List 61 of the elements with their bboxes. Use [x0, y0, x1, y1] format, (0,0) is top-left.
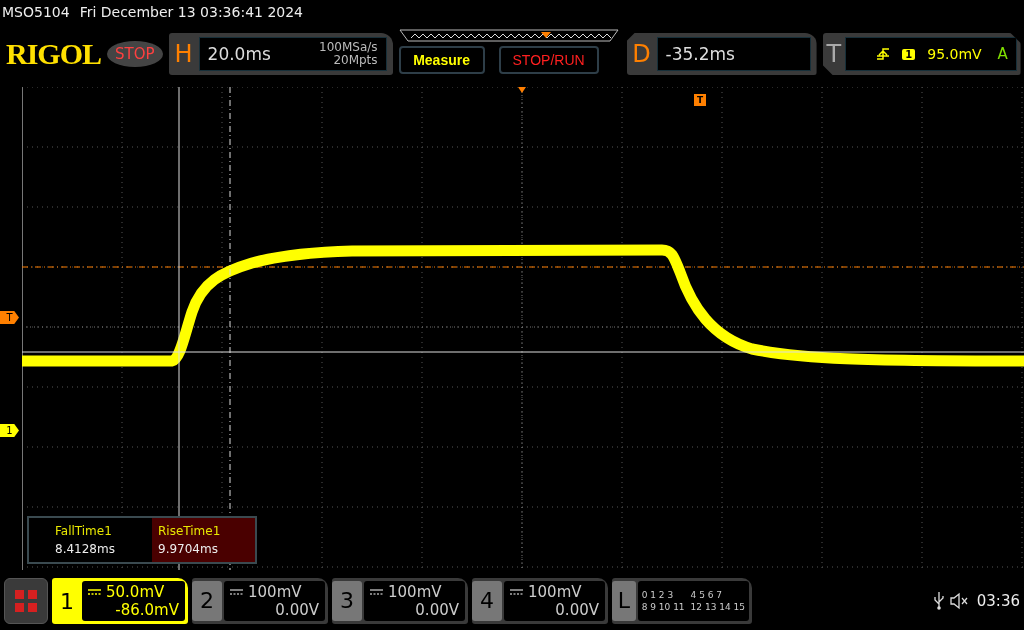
measurement-name: RiseTime1	[158, 524, 222, 538]
trigger-level: 95.0mV	[927, 46, 982, 62]
trigger-mode: A	[997, 45, 1008, 63]
cursor-line[interactable]	[229, 87, 231, 570]
channel-offset-marker[interactable]: 1	[0, 424, 19, 437]
channel-number: 1	[59, 588, 75, 614]
trigger-level-marker[interactable]: T	[0, 311, 19, 324]
channel-scale: 50.0mV	[106, 583, 165, 601]
trigger-position-icon	[518, 87, 526, 93]
measurement-item[interactable]: RiseTime1 9.9704ms	[152, 518, 255, 562]
dc-coupling-icon	[370, 589, 383, 595]
logic-tab[interactable]: L 0 1 2 3 4 5 6 7 8 9 10 11 12 13 14 15	[612, 578, 752, 624]
channel-number: 4	[472, 581, 502, 621]
delay-panel[interactable]: D -35.2ms	[626, 33, 817, 75]
measurement-item[interactable]: FallTime1 8.4128ms	[49, 518, 152, 562]
trigger-source: 1	[902, 48, 916, 60]
logic-channel-group: 8 9 10 11	[641, 602, 685, 612]
measure-button[interactable]: Measure	[398, 45, 485, 74]
trigger-position-marker[interactable]: T	[694, 94, 706, 106]
channel-scale: 100mV	[248, 583, 302, 601]
channel-offset: 0.00V	[555, 601, 599, 619]
horizontal-label: H	[173, 40, 194, 68]
memory-depth: 20Mpts	[333, 54, 378, 67]
logic-channel-group: 12 13 14 15	[690, 602, 745, 612]
clock-time: 03:36	[976, 592, 1020, 610]
measurement-value: 8.4128ms	[55, 542, 116, 556]
grid-icon	[14, 589, 38, 613]
sample-rate: 100MSa/s	[319, 41, 378, 54]
channel-number: 3	[332, 581, 362, 621]
dc-coupling-icon	[88, 589, 101, 595]
measurement-value: 9.9704ms	[158, 542, 219, 556]
delay-value: -35.2ms	[665, 44, 735, 64]
channel-tab[interactable]: 2 100mV 0.00V	[192, 578, 328, 624]
channel-offset: -86.0mV	[115, 601, 179, 619]
channel-scale: 100mV	[528, 583, 582, 601]
cursor-line[interactable]	[178, 87, 180, 570]
model-name: MSO5104	[2, 4, 70, 20]
date-time: Fri December 13 03:36:41 2024	[79, 4, 304, 20]
logic-channel-group: 4 5 6 7	[690, 590, 745, 600]
speaker-muted-icon	[948, 592, 969, 610]
channel-number: 2	[192, 581, 222, 621]
channel-scale: 100mV	[388, 583, 442, 601]
brand-logo: RIGOL	[6, 37, 102, 71]
logic-label: L	[612, 581, 636, 621]
channel-tab[interactable]: 3 100mV 0.00V	[332, 578, 468, 624]
channel-offset: 0.00V	[415, 601, 459, 619]
usb-icon	[932, 591, 945, 611]
measurement-name: FallTime1	[55, 524, 113, 538]
stop-run-button[interactable]: STOP/RUN	[498, 45, 599, 74]
channel-tab[interactable]: 4 100mV 0.00V	[472, 578, 608, 624]
trigger-panel[interactable]: T 1 95.0mV A	[822, 33, 1021, 75]
channel-tab[interactable]: 1 50.0mV -86.0mV	[52, 578, 188, 624]
trigger-label: T	[826, 40, 842, 68]
channel-offset: 0.00V	[275, 601, 319, 619]
delay-label: D	[631, 40, 652, 68]
logic-channel-group: 0 1 2 3	[641, 590, 685, 600]
dc-coupling-icon	[230, 589, 243, 595]
rising-edge-icon	[876, 47, 891, 61]
dc-coupling-icon	[510, 589, 523, 595]
timebase-value: 20.0ms	[207, 44, 271, 64]
horizontal-panel[interactable]: H 20.0ms 100MSa/s 20Mpts	[168, 33, 393, 75]
